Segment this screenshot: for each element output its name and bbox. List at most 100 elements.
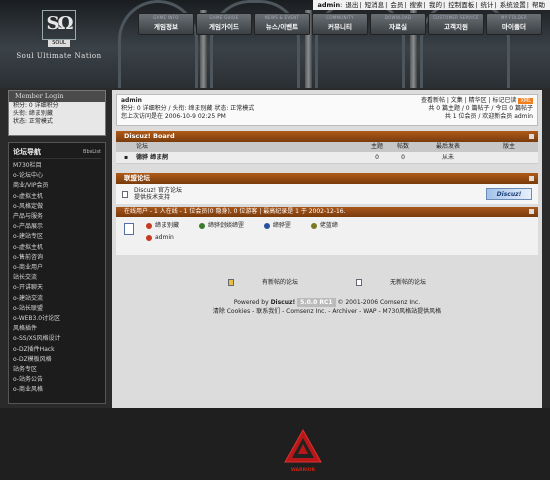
col-forum: 论坛 — [136, 143, 149, 150]
forum-nav-item[interactable]: o-风格定做 — [13, 202, 101, 212]
page-icon — [122, 190, 128, 198]
welcome-panel: admin 积分: 0 详细积分 / 头衔: 缔ま别藏 状态: 正常模式 您上次… — [116, 94, 538, 126]
nav-ko-label: 커뮤니티 — [328, 23, 352, 31]
warrior-logo: WARRIOR — [283, 428, 323, 473]
forum-nav-item[interactable]: 产品与服务 — [13, 212, 101, 222]
friend-forum-logo[interactable]: Discuz! — [486, 188, 532, 200]
forum-nav-item[interactable]: o-WEB3.0讨论区 — [13, 314, 101, 324]
collapse-icon[interactable] — [529, 209, 534, 214]
welcome-right: 查看新帖 | 文集 | 精华区 | 标记已读 XML 共 0 篇主题 / 0 篇帖… — [421, 97, 533, 121]
page: SΩ SOUL Soul Ultimate Nation admin: 退出| … — [0, 0, 550, 480]
logout-link[interactable]: 退出 — [345, 1, 358, 9]
nav-game-guide[interactable]: GAME GUIDE 게임가이드 — [196, 13, 252, 35]
online-body: 缔ま别藏 缔骅刽婒缔罡 缔骅罡 佬蓝缔 admin — [116, 217, 538, 255]
forum-nav-item[interactable]: o-站务公告 — [13, 375, 101, 385]
nav-my-folder[interactable]: MY FOLDER 마이폴더 — [486, 13, 542, 35]
forum-status-icon: ▪ — [123, 154, 129, 161]
nav-ko-label: 고객지원 — [444, 23, 468, 31]
collapse-icon[interactable] — [529, 176, 534, 181]
forum-nav-item[interactable]: o-产品展示 — [13, 222, 101, 232]
forum-nav-item[interactable]: o-商业风格 — [13, 385, 101, 395]
online-user[interactable]: admin — [155, 234, 174, 241]
forum-nav-item[interactable]: o-建站专区 — [13, 232, 101, 242]
nav-download[interactable]: DOWNLOAD 자료실 — [370, 13, 426, 35]
left-sidebar: Member Login 积分: 0 详细积分 头衔: 缔ま别藏 状态: 正常模… — [8, 90, 106, 408]
nav-customer-service[interactable]: CUSTOMER SERVICE 고객지원 — [428, 13, 484, 35]
forum-status-legend: 有新帖的论坛 无新帖的论坛 — [116, 277, 538, 286]
member-title: 头衔: 缔ま别藏 — [13, 110, 53, 117]
forum-nav-item[interactable]: o-建站交流 — [13, 294, 101, 304]
table-row[interactable]: ▪ 德骅 缔ま舸 0 0 从未 — [116, 152, 538, 164]
new-posts-label: 有新帖的论坛 — [262, 279, 299, 286]
forum-nav-item[interactable]: o-售前咨询 — [13, 253, 101, 263]
header: SΩ SOUL Soul Ultimate Nation admin: 退出| … — [0, 0, 550, 88]
forum-nav-item[interactable]: 商业/VIP会员 — [13, 181, 101, 191]
forum-nav-item[interactable]: M730栏目 — [13, 161, 101, 171]
forum-posts: 0 — [401, 154, 405, 161]
nav-en-label: CUSTOMER SERVICE — [433, 15, 479, 20]
footer-links[interactable]: 清除 Cookies - 联系我们 - Comsenz Inc. - Archi… — [116, 307, 538, 316]
category-title: Discuz! Board — [124, 132, 175, 140]
stats-link[interactable]: 统计 — [480, 1, 493, 9]
nav-ko-label: 마이폴더 — [502, 23, 526, 31]
legend-label: 佬蓝缔 — [319, 222, 338, 229]
nav-ko-label: 게임정보 — [154, 23, 178, 31]
admin-user-icon — [146, 234, 152, 241]
site-logo[interactable]: SΩ SOUL Soul Ultimate Nation — [4, 10, 114, 70]
username[interactable]: admin — [317, 1, 340, 9]
forum-last-post: 从未 — [441, 154, 454, 161]
system-settings-link[interactable]: 系统设置 — [500, 1, 526, 9]
member-box-title: Member Login — [9, 91, 105, 102]
nav-news-event[interactable]: NEWS & EVENT 뉴스/이벤트 — [254, 13, 310, 35]
footer: Powered by Discuz! 5.0.0 RC1 © 2001-2006… — [116, 298, 538, 316]
friend-forum-name[interactable]: Discuz! 官方论坛 — [134, 187, 182, 194]
forum-topics: 0 — [375, 154, 379, 161]
forum-nav-item[interactable]: o-站长联盟 — [13, 304, 101, 314]
warrior-logo-text: WARRIOR — [290, 468, 316, 473]
online-header[interactable]: 在线用户 - 1 人在线 - 1 位会员(0 隐身), 0 位游客 | 最高纪录… — [116, 207, 538, 217]
copyright: © 2001-2006 Comsenz Inc. — [337, 299, 421, 306]
forum-nav-item[interactable]: o-DZ模板风格 — [13, 355, 101, 365]
friends-header[interactable]: 联盟论坛 — [116, 173, 538, 184]
forum-nav-title: 论坛导航 — [13, 148, 41, 156]
forum-nav-header: 论坛导航 BbsList — [13, 146, 101, 159]
forum-nav-item[interactable]: 风格插件 — [13, 324, 101, 334]
forum-nav-item[interactable]: o-开讲聊天 — [13, 283, 101, 293]
category-header[interactable]: Discuz! Board — [116, 131, 538, 142]
forum-nav-item[interactable]: o-DZ插件Hack — [13, 345, 101, 355]
control-panel-link[interactable]: 控制面板 — [448, 1, 474, 9]
legend-label: 缔骅刽婒缔罡 — [207, 222, 244, 229]
forum-nav-item[interactable]: o-论坛中心 — [13, 171, 101, 181]
legend-label: 缔ま别藏 — [155, 222, 180, 229]
col-icon — [116, 142, 136, 152]
quick-links[interactable]: 查看新帖 | 文集 | 精华区 | 标记已读 — [421, 97, 517, 104]
search-link[interactable]: 搜索 — [410, 1, 423, 9]
footer-brand[interactable]: Discuz! — [271, 299, 296, 306]
members-link[interactable]: 会员 — [390, 1, 403, 9]
mod-user-icon — [263, 222, 270, 229]
powered-by: Powered by — [233, 299, 269, 306]
xml-badge[interactable]: XML — [518, 98, 533, 104]
my-link[interactable]: 我的 — [429, 1, 442, 9]
version-badge: 5.0.0 RC1 — [297, 298, 336, 307]
member-user-icon — [310, 222, 317, 229]
help-link[interactable]: 帮助 — [532, 1, 545, 9]
member-status: 状态: 正常模式 — [13, 118, 53, 125]
forum-nav-item[interactable]: 站长交流 — [13, 273, 101, 283]
forum-nav-item[interactable]: 站务专区 — [13, 365, 101, 375]
forum-name[interactable]: 德骅 缔ま舸 — [136, 152, 364, 163]
nav-en-label: COMMUNITY — [326, 15, 354, 20]
forum-nav-item[interactable]: o-虚拟主机 — [13, 243, 101, 253]
legend-label: 缔骅罡 — [272, 222, 291, 229]
forum-nav-item[interactable]: o-SS/XS风格设计 — [13, 334, 101, 344]
forum-nav-item[interactable]: o-虚拟主机 — [13, 192, 101, 202]
nav-community[interactable]: COMMUNITY 커뮤니티 — [312, 13, 368, 35]
collapse-icon[interactable] — [529, 134, 534, 139]
nav-en-label: MY FOLDER — [501, 15, 527, 20]
friends-title: 联盟论坛 — [124, 174, 150, 182]
forum-nav-item[interactable]: o-商业用户 — [13, 263, 101, 273]
online-summary: 在线用户 - 1 人在线 - 1 位会员(0 隐身), 0 位游客 | 最高纪录… — [124, 208, 346, 215]
page-bottom: WARRIOR — [0, 408, 550, 480]
messages-link[interactable]: 短消息 — [365, 1, 385, 9]
nav-game-info[interactable]: GAME INFO 게임정보 — [138, 13, 194, 35]
